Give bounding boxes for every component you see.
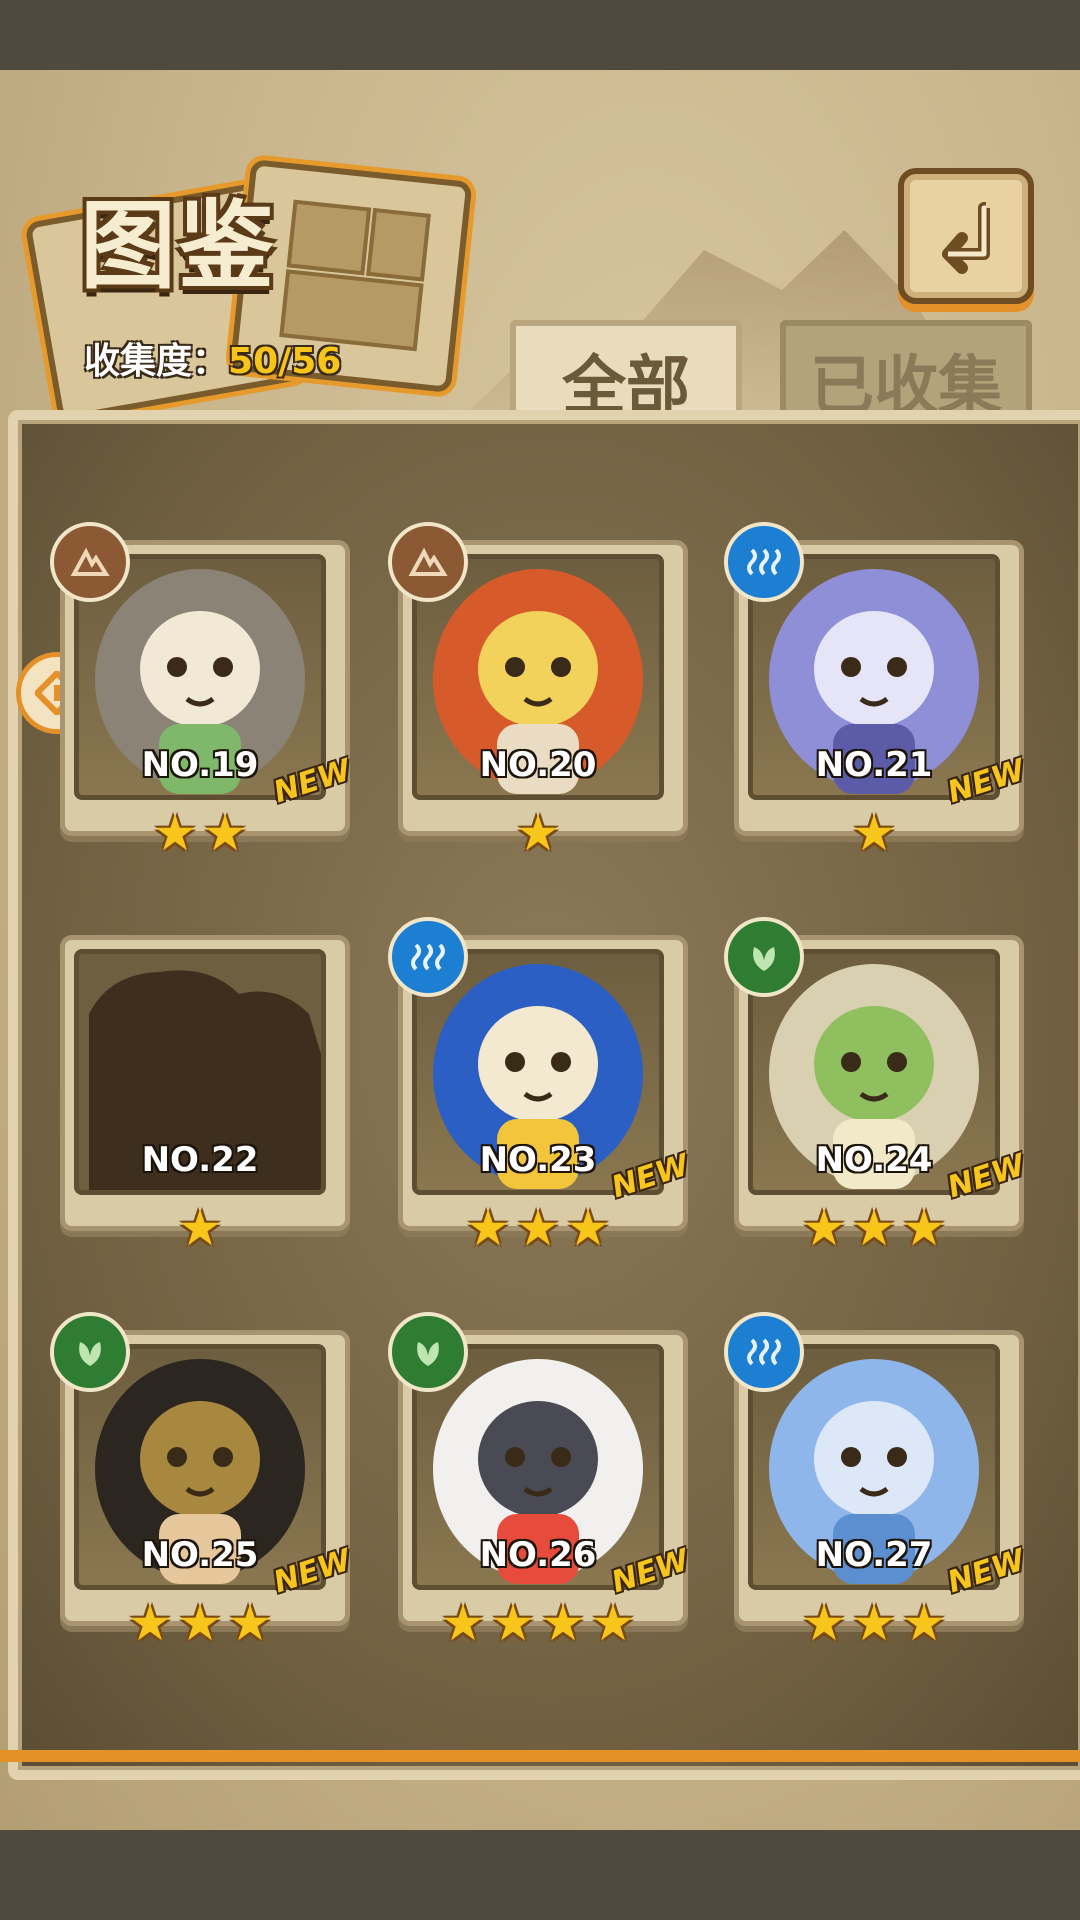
star-rating: ★ ★ ★ <box>734 1598 1014 1648</box>
top-border <box>0 0 1080 92</box>
leaf-element-icon <box>388 1312 468 1392</box>
star-icon: ★ <box>490 1594 536 1652</box>
star-icon: ★ <box>227 1594 273 1652</box>
leaf-element-icon <box>724 917 804 997</box>
star-icon: ★ <box>590 1594 636 1652</box>
book-square <box>366 207 431 282</box>
monster-card[interactable]: NO.19 NEW ★ ★ <box>50 522 355 858</box>
star-rating: ★ ★ <box>60 808 340 858</box>
star-icon: ★ <box>565 1199 611 1257</box>
earth-element-icon <box>388 522 468 602</box>
monster-card[interactable]: NO.27 NEW ★ ★ ★ <box>724 1312 1029 1648</box>
card-number: NO.20 <box>479 745 597 785</box>
star-icon: ★ <box>440 1594 486 1652</box>
star-icon: ★ <box>540 1594 586 1652</box>
leaf-element-icon <box>50 1312 130 1392</box>
water-element-icon <box>724 522 804 602</box>
board-bottom-edge <box>0 1750 1080 1762</box>
star-icon: ★ <box>901 1594 947 1652</box>
book-square <box>286 199 372 276</box>
monster-card[interactable]: NO.26 NEW ★ ★ ★ ★ <box>388 1312 693 1648</box>
star-icon: ★ <box>801 1594 847 1652</box>
collection-label: 收集度： <box>84 341 229 382</box>
star-rating: ★ ★ ★ <box>734 1203 1014 1253</box>
star-rating: ★ ★ ★ <box>398 1203 678 1253</box>
monster-card[interactable]: NO.20 ★ <box>388 522 688 858</box>
star-icon: ★ <box>851 1594 897 1652</box>
water-element-icon <box>724 1312 804 1392</box>
star-icon: ★ <box>202 804 248 862</box>
star-icon: ★ <box>801 1199 847 1257</box>
star-rating: ★ ★ ★ ★ <box>398 1598 678 1648</box>
collection-progress: 收集度：50/56 <box>84 332 341 384</box>
back-button[interactable] <box>898 168 1034 304</box>
star-icon: ★ <box>515 1199 561 1257</box>
star-rating: ★ <box>398 808 678 858</box>
star-icon: ★ <box>127 1594 173 1652</box>
star-icon: ★ <box>515 804 561 862</box>
earth-element-icon <box>50 522 130 602</box>
return-arrow-icon <box>942 202 990 274</box>
card-frame: NO.22 <box>74 949 326 1195</box>
star-rating: ★ <box>60 1203 340 1253</box>
star-icon: ★ <box>152 804 198 862</box>
star-rating: ★ <box>734 808 1014 858</box>
monster-card[interactable]: NO.23 NEW ★ ★ ★ <box>388 917 693 1253</box>
water-element-icon <box>388 917 468 997</box>
bottom-border <box>0 1808 1080 1920</box>
collection-value: 50/56 <box>228 341 342 382</box>
monster-card[interactable]: NO.22 ★ <box>60 935 350 1253</box>
star-icon: ★ <box>465 1199 511 1257</box>
monster-card[interactable]: NO.25 NEW ★ ★ ★ <box>50 1312 355 1648</box>
star-icon: ★ <box>901 1199 947 1257</box>
monster-card[interactable]: NO.24 NEW ★ ★ ★ <box>724 917 1029 1253</box>
page-title: 图鉴 <box>80 190 276 302</box>
monster-card[interactable]: NO.21 NEW ★ <box>724 522 1029 858</box>
star-icon: ★ <box>851 804 897 862</box>
card-number: NO.22 <box>141 1140 259 1180</box>
star-icon: ★ <box>177 1594 223 1652</box>
star-icon: ★ <box>177 1199 223 1257</box>
star-icon: ★ <box>851 1199 897 1257</box>
star-rating: ★ ★ ★ <box>60 1598 340 1648</box>
